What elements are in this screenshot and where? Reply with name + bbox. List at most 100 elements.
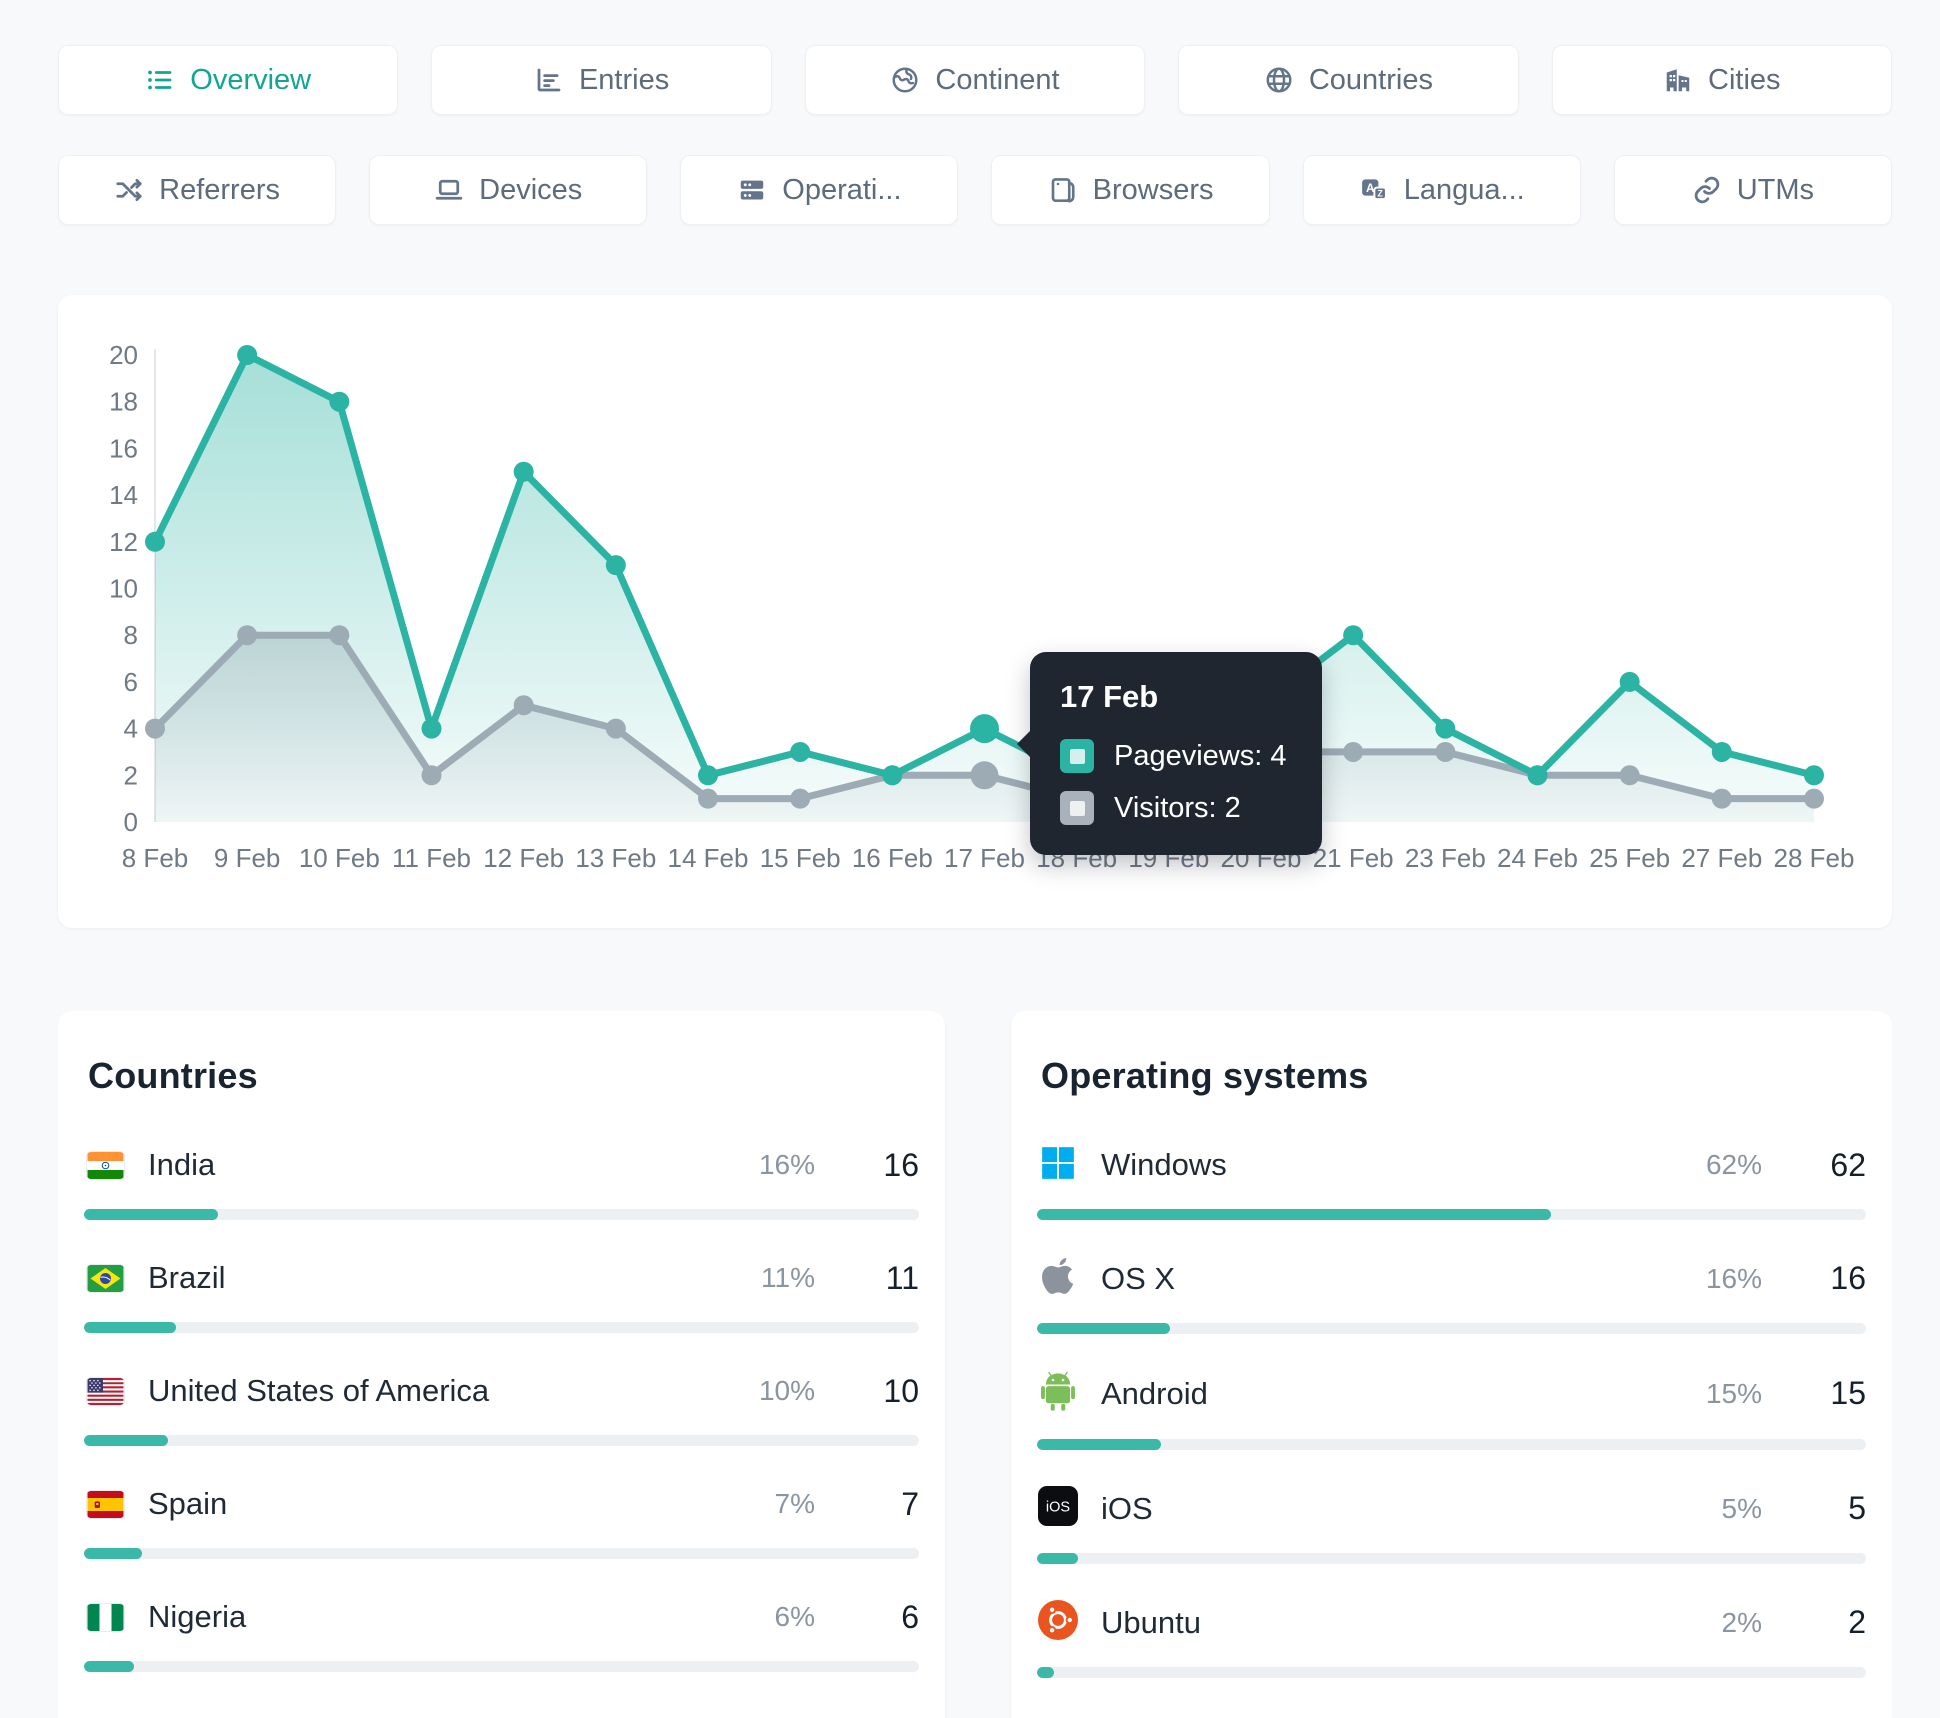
tab-label: Overview [190,63,312,96]
stat-row-ubuntu[interactable]: Ubuntu 2% 2 [1037,1600,1866,1678]
tab-devices[interactable]: Devices [369,155,648,225]
stat-progress-fill [84,1548,143,1559]
globe-earth-icon [890,65,920,95]
stat-count: 62 [1830,1146,1866,1183]
stat-row-header: Windows 62% 62 [1037,1143,1866,1187]
flag-brazil [84,1264,126,1292]
x-tick-label: 25 Feb [1589,843,1670,873]
list-icon [145,65,175,95]
stat-percent: 2% [1721,1606,1762,1638]
tab-utms[interactable]: UTMs [1613,155,1892,225]
pageviews-point [1804,765,1824,786]
tab-browsers[interactable]: Browsers [991,155,1270,225]
stat-progress-bar [84,1322,919,1333]
y-tick-label: 16 [109,433,138,463]
link-icon [1692,175,1722,205]
visitors-point [1343,741,1364,762]
stat-progress-fill [84,1661,135,1672]
globe-grid-icon [1264,65,1294,95]
stat-row-ios[interactable]: iOS iOS 5% 5 [1037,1486,1866,1564]
tab-langua[interactable]: A Z Langua... [1302,155,1581,225]
y-tick-label: 2 [124,760,138,790]
stat-row-header: Brazil 11% 11 [84,1256,919,1300]
x-tick-label: 13 Feb [575,843,656,873]
countries-panel: Countries India 16% 16 Brazil 11% 11 United St… [58,1011,945,1718]
stat-row-android[interactable]: Android 15% 15 [1037,1370,1866,1450]
stat-row-header: Spain 7% 7 [84,1482,919,1526]
pageviews-point [698,765,718,786]
stat-count: 5 [1848,1490,1866,1526]
stat-row-india[interactable]: India 16% 16 [84,1143,919,1220]
stat-row-header: Android 15% 15 [1037,1370,1866,1417]
stat-progress-fill [84,1322,176,1333]
stat-progress-bar [84,1548,919,1559]
stat-progress-fill [1037,1323,1170,1334]
x-tick-label: 9 Feb [214,843,281,873]
x-tick-label: 17 Feb [944,843,1025,873]
stat-percent: 7% [774,1488,815,1519]
stat-name: OS X [1101,1260,1176,1296]
stat-row-spain[interactable]: Spain 7% 7 [84,1482,919,1559]
stat-progress-bar [84,1661,919,1672]
stat-name: Brazil [148,1260,226,1295]
stat-count: 11 [885,1259,919,1296]
stat-name: Spain [148,1486,228,1521]
pageviews-point [1527,765,1548,786]
stat-percent: 6% [774,1601,815,1632]
tab-overview[interactable]: Overview [58,45,399,115]
stat-row-brazil[interactable]: Brazil 11% 11 [84,1256,919,1333]
x-tick-label: 16 Feb [852,843,933,873]
stat-progress-fill [1037,1553,1079,1564]
android-icon [1037,1370,1079,1417]
stat-row-header: iOS iOS 5% 5 [1037,1486,1866,1531]
stat-row-united-states-of-america[interactable]: United States of America 10% 10 [84,1369,919,1446]
x-tick-label: 15 Feb [760,843,841,873]
apple-icon [1037,1256,1079,1301]
bar-chart-icon [534,65,564,95]
tab-label: Referrers [159,173,280,206]
tab-label: Countries [1308,63,1433,96]
stat-row-header: OS X 16% 16 [1037,1256,1866,1301]
stat-progress-bar [1037,1323,1866,1334]
tooltip-visitors-label: Visitors: 2 [1114,791,1241,824]
tab-continent[interactable]: Continent [804,45,1146,115]
stat-count: 2 [1848,1604,1866,1640]
tab-entries[interactable]: Entries [431,45,772,115]
tab-label: Cities [1708,63,1781,96]
visitors-point [329,625,350,646]
tab-referrers[interactable]: Referrers [58,155,337,225]
x-tick-label: 11 Feb [392,843,471,873]
stat-row-os-x[interactable]: OS X 16% 16 [1037,1256,1866,1334]
tooltip-arrow [1017,730,1031,758]
stat-percent: 10% [758,1375,815,1406]
ios-icon: iOS [1037,1486,1079,1531]
stat-row-windows[interactable]: Windows 62% 62 [1037,1143,1866,1220]
svg-text:Z: Z [1377,188,1383,198]
stat-percent: 11% [761,1262,815,1293]
y-tick-label: 18 [109,387,138,417]
tab-operati[interactable]: Operati... [680,155,959,225]
stat-progress-bar [1037,1439,1866,1450]
tab-countries[interactable]: Countries [1178,45,1519,115]
windows-icon [1037,1144,1079,1187]
visitors-point [970,761,999,790]
buildings-icon [1663,65,1693,95]
browser-icon [1048,175,1078,205]
stats-panels: Countries India 16% 16 Brazil 11% 11 United St… [58,1011,1892,1718]
stat-progress-bar [1037,1667,1866,1678]
x-tick-label: 23 Feb [1405,843,1486,873]
stat-row-nigeria[interactable]: Nigeria 6% 6 [84,1595,919,1672]
traffic-chart[interactable]: 0 2 4 6 8 10 12 14 16 18 20 8 Feb 9 Feb 10 Feb 11 Feb 1… [58,295,1892,928]
tab-label: Browsers [1092,173,1214,206]
stat-count: 6 [901,1598,919,1635]
stat-percent: 62% [1705,1149,1762,1180]
tooltip-pageviews-row: Pageviews: 4 [1060,739,1292,773]
stat-name: Windows [1101,1147,1227,1182]
pageviews-point [1435,718,1456,739]
tab-label: Entries [578,63,670,96]
tabs-row-primary: Overview Entries Continent Countries Cities [58,45,1892,115]
visitors-point [605,718,626,739]
tab-cities[interactable]: Cities [1551,45,1892,115]
stat-progress-fill [1037,1667,1054,1678]
flag-usa [84,1377,126,1405]
